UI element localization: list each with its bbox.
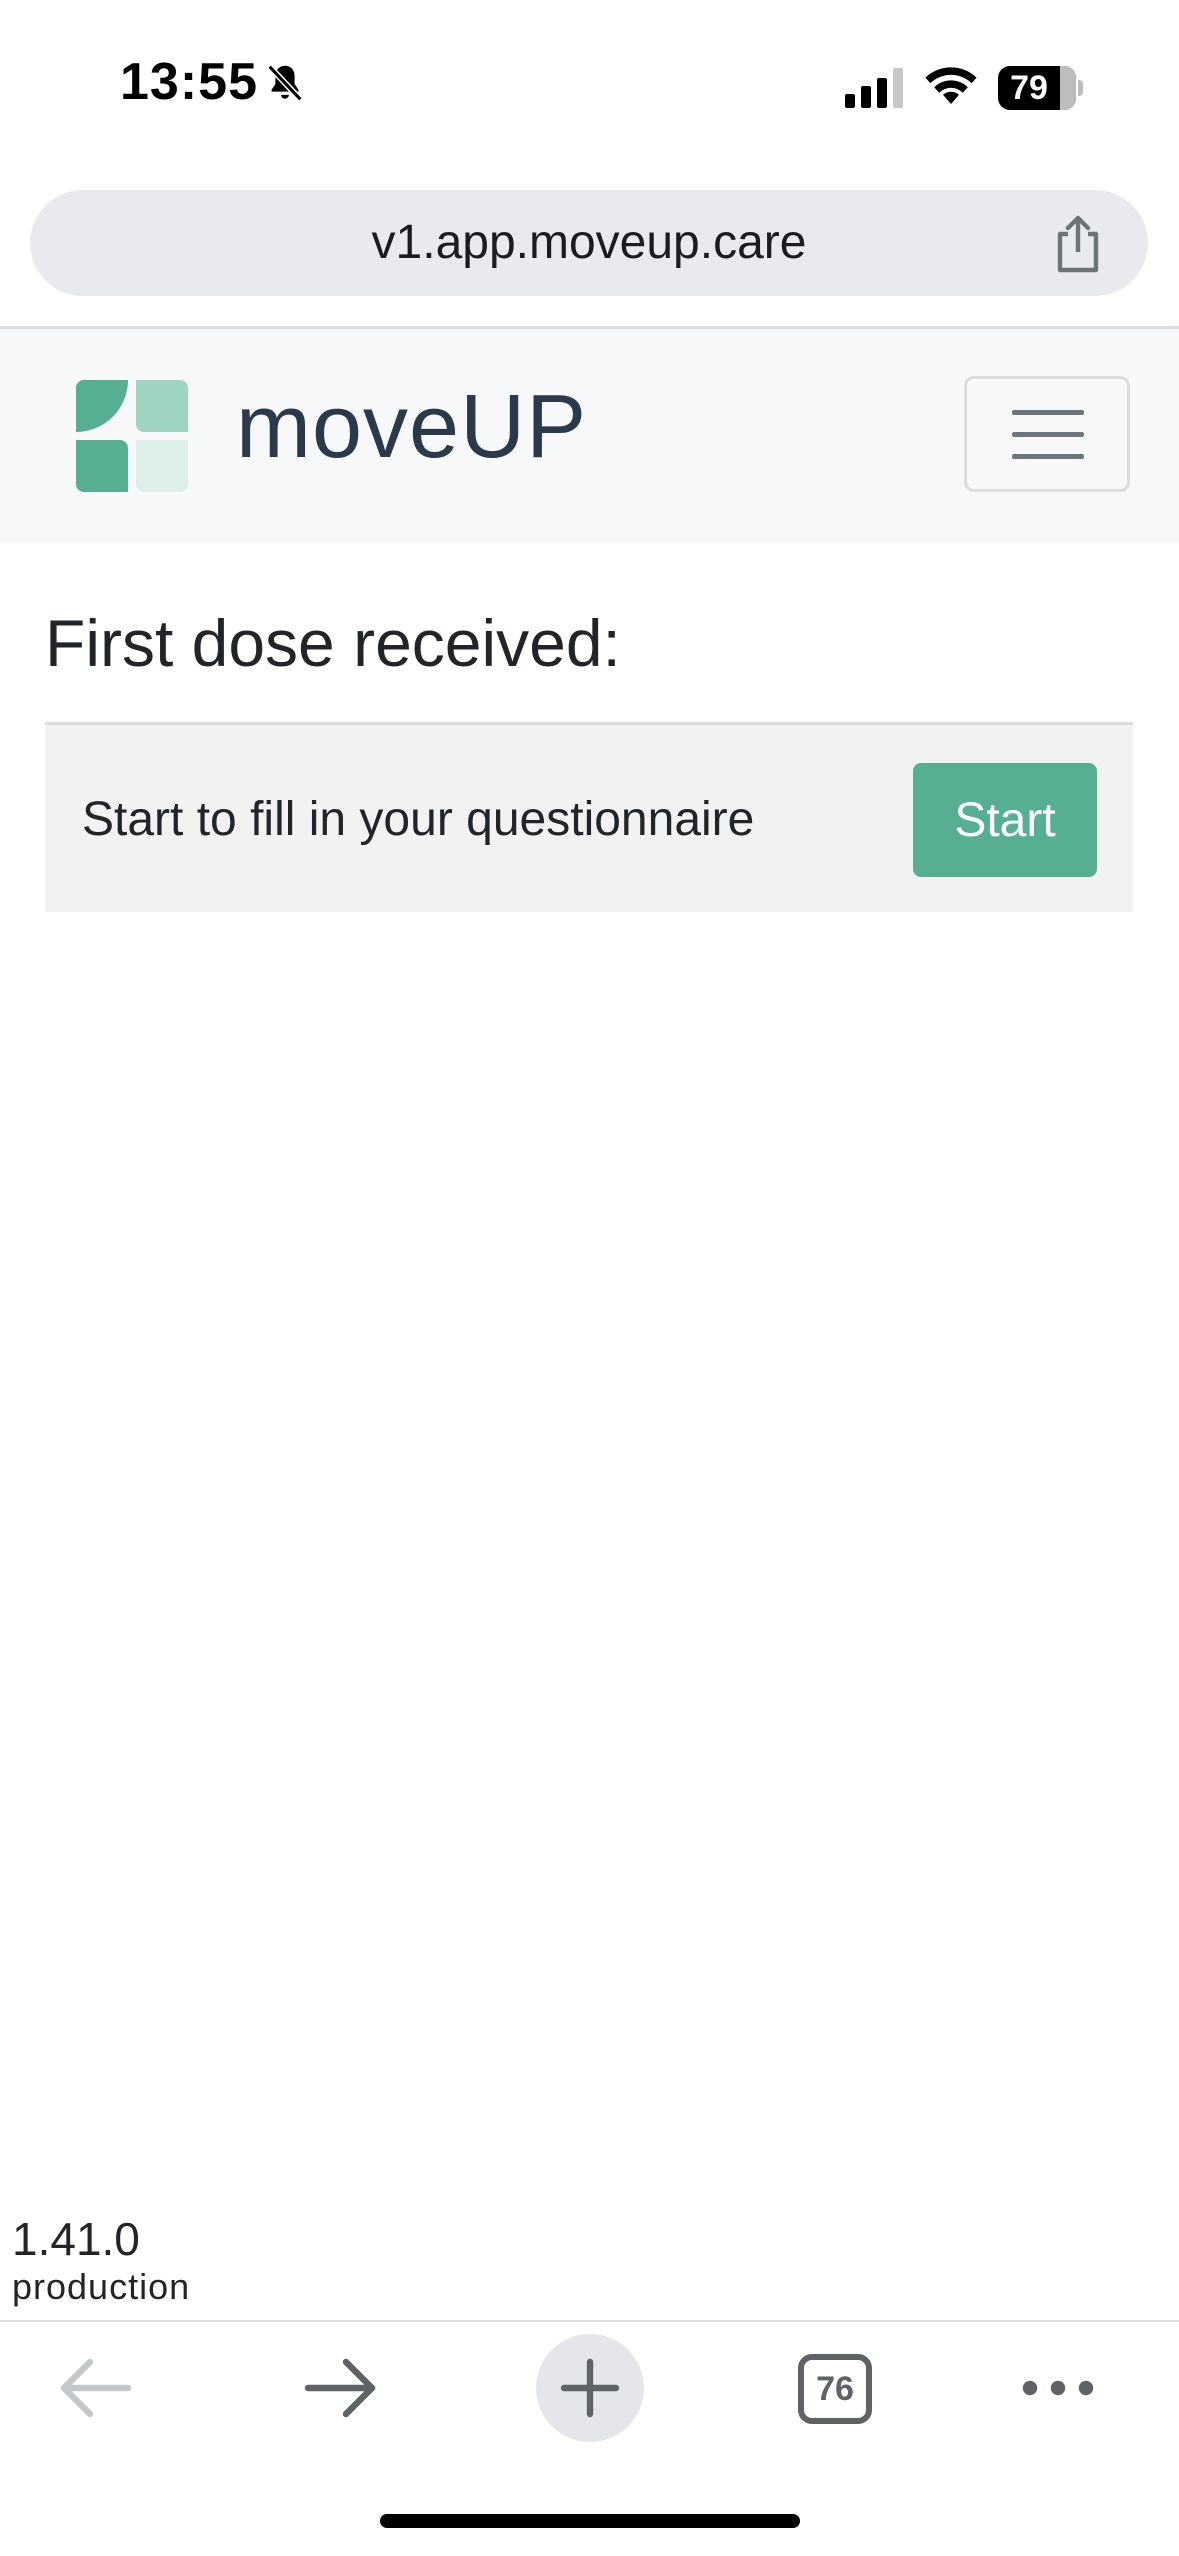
forward-arrow-icon[interactable] [302, 2358, 378, 2418]
questionnaire-prompt: Start to fill in your questionnaire [82, 793, 755, 846]
home-indicator[interactable] [380, 2514, 800, 2528]
moveup-logo-icon[interactable] [76, 380, 188, 492]
address-bar[interactable]: v1.app.moveup.care [30, 190, 1148, 296]
app-version: 1.41.0 [12, 2213, 140, 2265]
menu-toggle-button[interactable] [964, 376, 1130, 492]
battery-cap [1078, 80, 1083, 96]
back-arrow-icon[interactable] [58, 2358, 134, 2418]
brand-name[interactable]: moveUP [236, 376, 587, 479]
share-icon[interactable] [1050, 214, 1106, 274]
url-text[interactable]: v1.app.moveup.care [30, 190, 1148, 296]
wifi-icon [925, 67, 977, 104]
bell-slash-icon [267, 64, 303, 102]
status-time: 13:55 [120, 53, 258, 111]
hamburger-icon-line-bottom [1012, 454, 1084, 459]
app-environment: production [12, 2266, 191, 2307]
battery-empty-portion [1060, 66, 1076, 110]
status-bar: 13:55 79 [0, 0, 1179, 180]
new-tab-button[interactable] [536, 2334, 644, 2442]
cellular-signal-icon [845, 68, 903, 108]
hamburger-icon-line-top [1012, 410, 1084, 415]
more-dots-icon[interactable] [1022, 2372, 1094, 2404]
start-button[interactable]: Start [913, 763, 1097, 877]
battery-level: 79 [1010, 69, 1048, 107]
battery-icon: 79 [998, 66, 1076, 110]
tabs-button[interactable]: 76 [798, 2354, 872, 2424]
page-title: First dose received: [45, 606, 621, 680]
hamburger-icon-line-middle [1012, 432, 1084, 437]
plus-icon [560, 2358, 620, 2418]
questionnaire-card: Start to fill in your questionnaire Star… [45, 722, 1133, 912]
